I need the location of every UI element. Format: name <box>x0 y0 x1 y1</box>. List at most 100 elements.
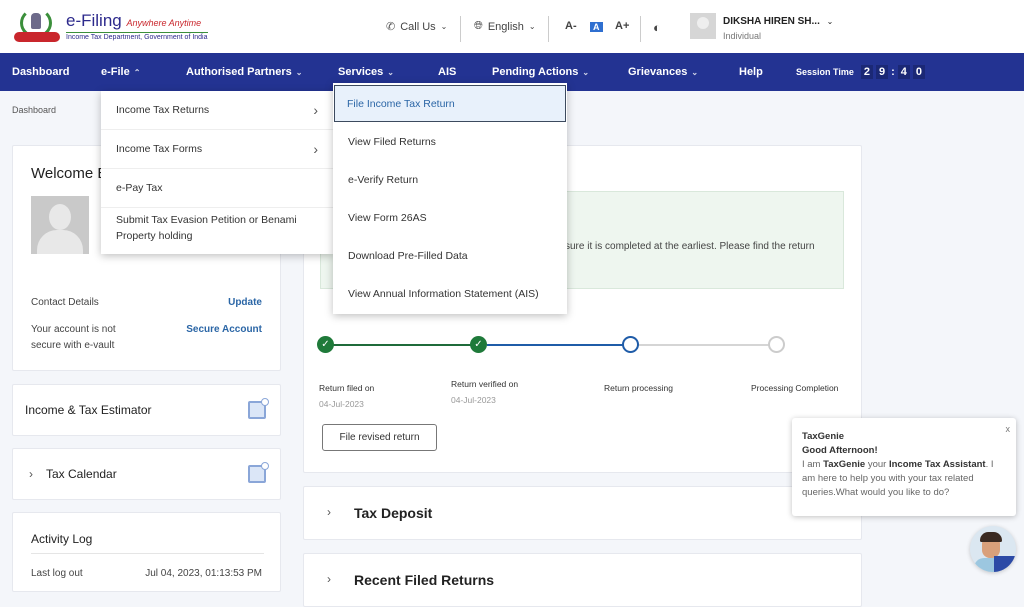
genie-text-bold: TaxGenie <box>823 459 866 470</box>
session-digit: 2 <box>860 65 873 79</box>
file-revised-return-button[interactable]: File revised return <box>322 424 437 451</box>
nav-services[interactable]: Services ⌄ <box>338 66 394 78</box>
chevron-down-icon: ⌄ <box>528 22 536 31</box>
menu-item-download-prefilled[interactable]: Download Pre-Filled Data <box>333 237 468 275</box>
divider <box>460 16 461 42</box>
logo-subtitle: Income Tax Department, Government of Ind… <box>66 31 208 41</box>
menu-item-view-filed-returns[interactable]: View Filed Returns <box>333 123 436 161</box>
nav-ais[interactable]: AIS <box>438 66 456 78</box>
close-icon[interactable]: x <box>1006 422 1011 436</box>
activity-log-title: Activity Log <box>31 532 93 546</box>
step-label: Return verified on <box>451 379 519 389</box>
estimator-title: Income & Tax Estimator <box>25 403 152 417</box>
divider <box>31 553 264 554</box>
recent-filed-returns-section[interactable]: › Recent Filed Returns <box>303 553 862 607</box>
progress-line-pending <box>638 344 770 346</box>
tax-deposit-section[interactable]: › Tax Deposit <box>303 486 862 540</box>
genie-text-bold: Income Tax Assistant <box>888 459 986 470</box>
chevron-right-icon: › <box>327 572 331 586</box>
pending-step-icon <box>768 336 785 353</box>
return-notice-text: sure it is completed at the earliest. Pl… <box>565 241 815 252</box>
menu-item-income-tax-returns[interactable]: Income Tax Returns › <box>101 91 333 129</box>
chevron-right-icon: › <box>29 467 33 481</box>
taxgenie-chatbot-avatar[interactable] <box>970 526 1016 572</box>
font-normal-button[interactable]: A <box>590 22 603 32</box>
check-icon: ✓ <box>470 336 487 353</box>
contrast-toggle-icon[interactable]: ◐ <box>653 20 661 35</box>
menu-item-epay-tax[interactable]: e-Pay Tax <box>101 169 333 207</box>
nav-label: Dashboard <box>12 66 70 78</box>
session-colon: : <box>891 66 895 78</box>
tax-calendar-card[interactable]: › Tax Calendar <box>12 448 281 500</box>
nav-label: e-File <box>101 66 130 78</box>
nav-label: AIS <box>438 66 457 78</box>
calculator-icon <box>248 398 269 419</box>
progress-line-current <box>487 344 624 346</box>
nav-dashboard[interactable]: Dashboard <box>12 66 69 78</box>
chevron-right-icon: › <box>327 505 331 519</box>
call-us-dropdown[interactable]: ✆ Call Us ⌄ <box>386 20 448 34</box>
income-tax-estimator-card[interactable]: Income & Tax Estimator <box>12 384 281 436</box>
session-digit: 4 <box>897 65 910 79</box>
nav-label: Services <box>338 66 384 78</box>
itr-submenu: File Income Tax Return View Filed Return… <box>333 83 567 314</box>
tax-calendar-title: Tax Calendar <box>46 467 117 481</box>
divider <box>640 16 641 42</box>
menu-item-label: e-Pay Tax <box>116 182 163 194</box>
update-contact-link[interactable]: Update <box>228 297 262 308</box>
nav-pending-actions[interactable]: Pending Actions ⌄ <box>492 66 589 78</box>
nav-help[interactable]: Help <box>739 66 763 78</box>
call-us-label: Call Us <box>400 20 436 33</box>
secure-account-link[interactable]: Secure Account <box>186 324 262 335</box>
vault-status-text: Your account is not secure with e-vault <box>31 324 116 351</box>
last-logout-label: Last log out <box>31 568 83 579</box>
efiling-logo[interactable]: e-Filing Anywhere Anytime Income Tax Dep… <box>12 8 208 44</box>
activity-log-card: Activity Log Last log out Jul 04, 2023, … <box>12 512 281 592</box>
step-label: Processing Completion <box>751 383 839 393</box>
taxgenie-popup: x TaxGenie Good Afternoon! I am TaxGenie… <box>792 418 1016 516</box>
step-label: Return processing <box>604 383 673 393</box>
tax-deposit-title: Tax Deposit <box>354 505 433 521</box>
divider <box>101 207 333 208</box>
font-normal-label: A <box>593 22 600 32</box>
menu-item-income-tax-forms[interactable]: Income Tax Forms › <box>101 130 333 168</box>
nav-label: Pending Actions <box>492 66 579 78</box>
menu-item-tax-evasion-petition[interactable]: Submit Tax Evasion Petition or Benami Pr… <box>101 212 333 244</box>
language-dropdown[interactable]: 🌐︎ English ⌄ <box>474 20 536 33</box>
step-date: 04-Jul-2023 <box>451 395 496 405</box>
nav-authorised-partners[interactable]: Authorised Partners ⌄ <box>186 66 302 78</box>
font-decrease-label: A- <box>565 20 577 32</box>
chevron-right-icon: › <box>313 141 318 157</box>
chevron-right-icon: › <box>313 102 318 118</box>
chevron-down-icon: ⌄ <box>826 17 834 26</box>
check-icon: ✓ <box>317 336 334 353</box>
nav-efile[interactable]: e-File ⌃ <box>101 66 140 78</box>
current-step-icon <box>622 336 639 353</box>
phone-icon: ✆ <box>386 21 396 33</box>
menu-item-view-ais[interactable]: View Annual Information Statement (AIS) <box>333 275 539 313</box>
top-header: e-Filing Anywhere Anytime Income Tax Dep… <box>0 0 1024 53</box>
nav-label: Help <box>739 66 763 78</box>
session-digit: 9 <box>875 65 889 79</box>
emblem-icon <box>12 8 62 44</box>
nav-grievances[interactable]: Grievances ⌄ <box>628 66 698 78</box>
language-label: English <box>487 20 524 33</box>
efile-dropdown-menu: Income Tax Returns › Income Tax Forms › … <box>101 91 333 254</box>
menu-item-file-itr-label[interactable]: File Income Tax Return <box>333 85 455 122</box>
user-avatar[interactable] <box>690 13 716 39</box>
divider <box>548 16 549 42</box>
menu-item-label: Income Tax Forms <box>116 143 203 155</box>
nav-label: Authorised Partners <box>186 66 292 78</box>
menu-item-view-form-26as[interactable]: View Form 26AS <box>333 199 427 237</box>
font-decrease-button[interactable]: A- <box>565 20 577 32</box>
menu-item-label: Income Tax Returns <box>116 104 210 116</box>
user-menu[interactable]: DIKSHA HIREN SH... ⌄ <box>723 16 833 27</box>
session-timer: Session Time 2 9 : 4 0 <box>796 65 926 79</box>
menu-item-everify-return[interactable]: e-Verify Return <box>333 161 418 199</box>
chevron-down-icon: ⌄ <box>440 22 448 31</box>
chevron-down-icon: ⌄ <box>582 68 590 77</box>
chevron-down-icon: ⌄ <box>691 68 699 77</box>
breadcrumb[interactable]: Dashboard <box>12 105 56 115</box>
font-increase-button[interactable]: A+ <box>615 20 629 32</box>
user-name: DIKSHA HIREN SH... <box>723 16 820 27</box>
